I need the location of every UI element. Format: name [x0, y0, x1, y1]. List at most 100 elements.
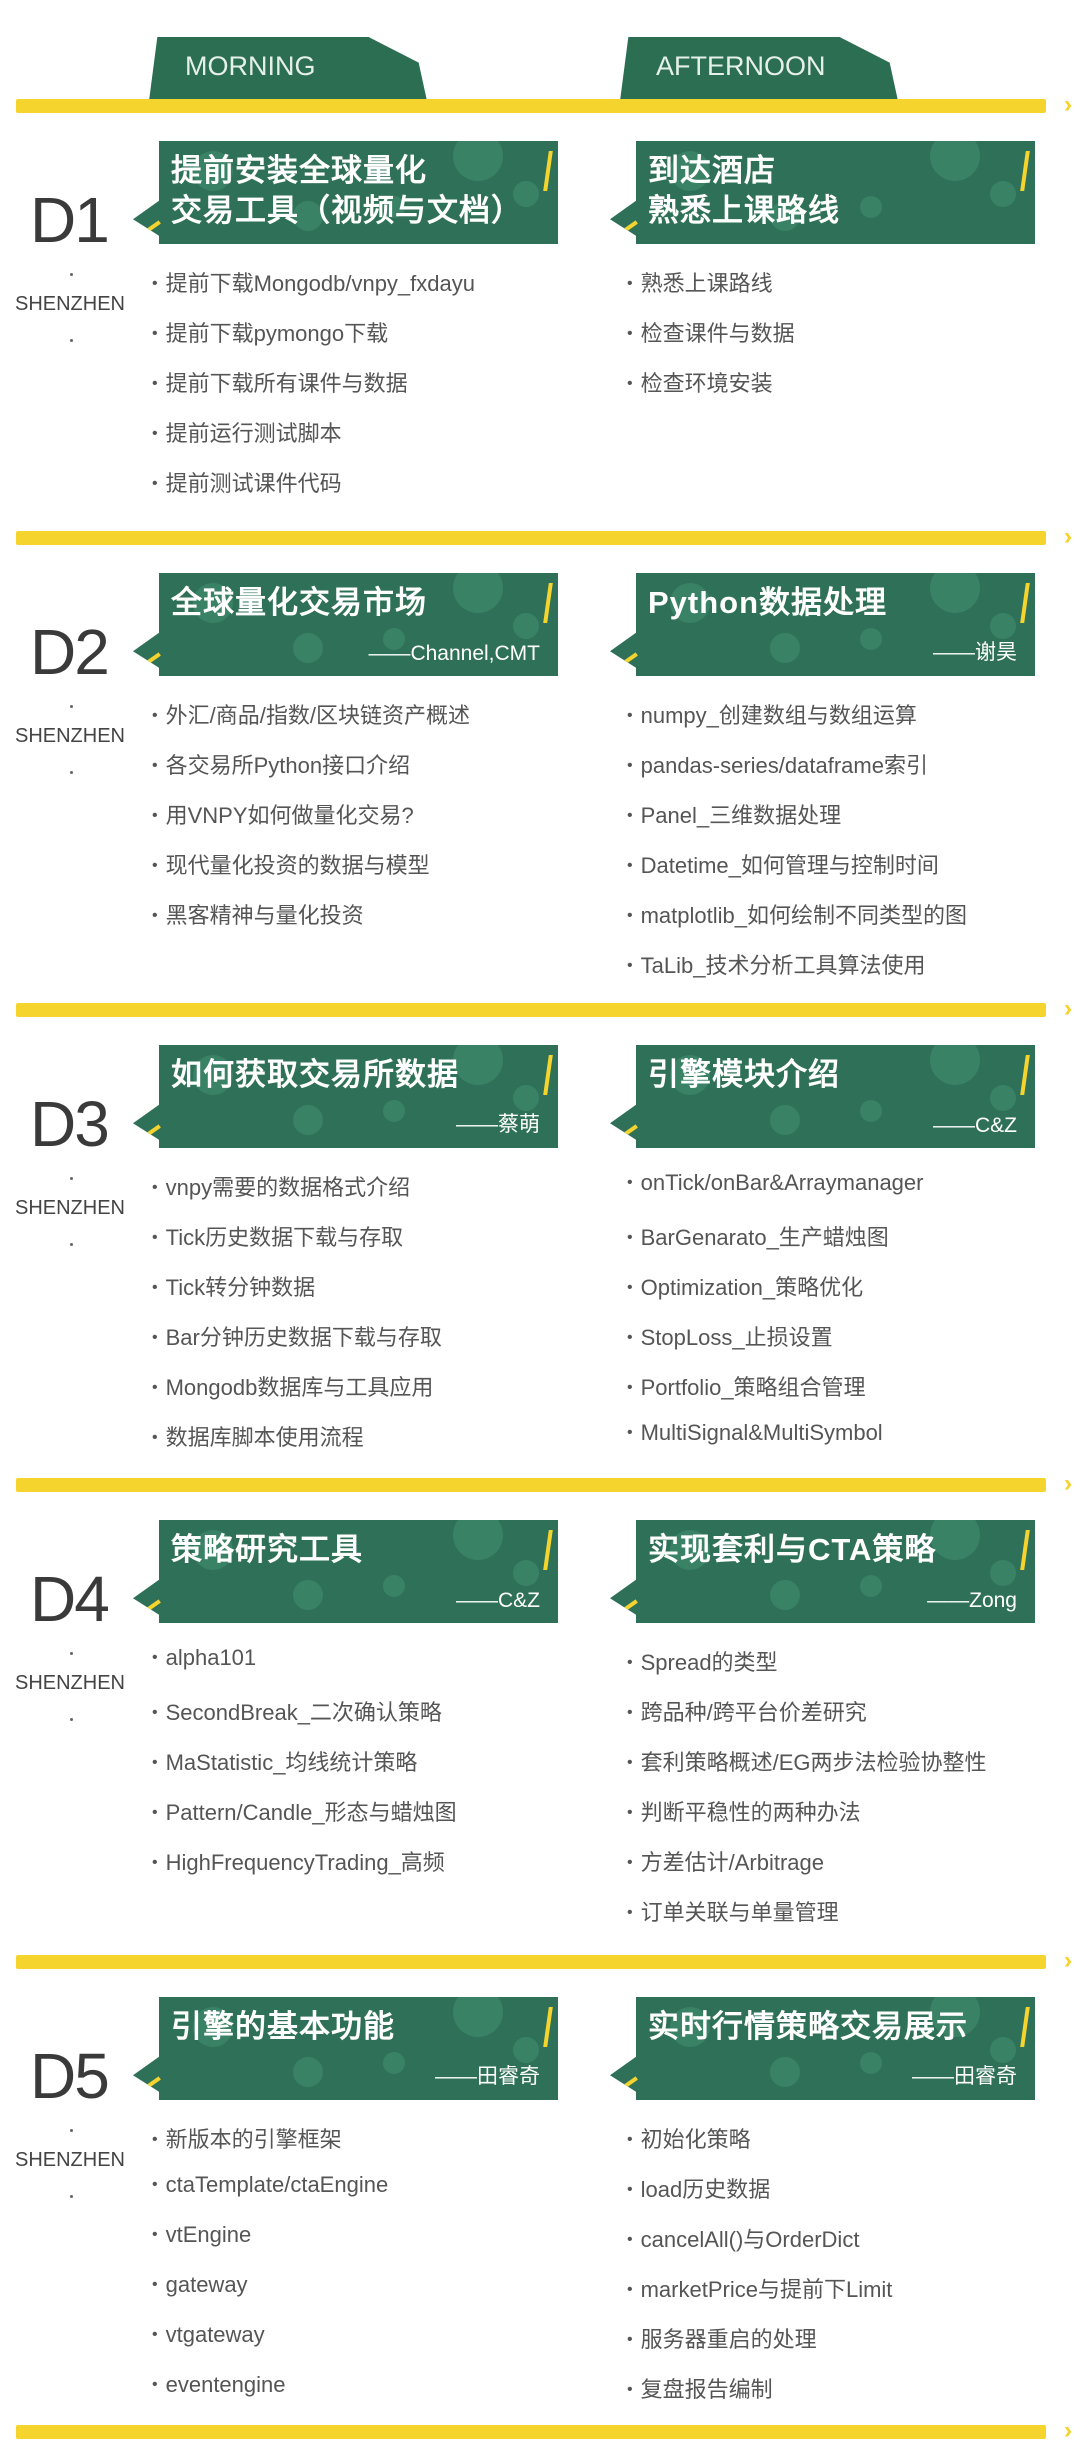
decoration: [770, 633, 800, 663]
session-card-afternoon: 到达酒店 熟悉上课路线: [610, 141, 1035, 244]
topic-item: Spread的类型: [627, 1645, 778, 1677]
timeline-divider: ››: [16, 525, 1072, 549]
topic-item: vtgateway: [152, 2322, 265, 2348]
city-label: SHENZHEN: [14, 2149, 125, 2171]
session-card-afternoon: 引擎模块介绍 ——C&Z: [610, 1045, 1035, 1148]
session-card-morning: 策略研究工具 ——C&Z: [133, 1520, 558, 1623]
timeline-divider: ››: [16, 1472, 1072, 1496]
topic-item: Tick历史数据下载与存取: [152, 1220, 404, 1252]
decoration: [990, 181, 1016, 207]
accent-mark: [624, 2076, 638, 2088]
timeline-divider: ››: [16, 2419, 1072, 2443]
session-title: 到达酒店 熟悉上课路线: [648, 153, 840, 228]
session-title: Python数据处理: [648, 585, 888, 620]
decoration: [770, 1105, 800, 1135]
decoration: [383, 2052, 405, 2074]
decoration: [860, 1100, 882, 1122]
topic-item: Portfolio_策略组合管理: [627, 1370, 866, 1402]
topic-item: Optimization_策略优化: [627, 1270, 864, 1302]
session-title: 全球量化交易市场: [171, 585, 427, 620]
decoration: [453, 1997, 503, 2037]
decoration: [860, 628, 882, 650]
topic-item: 检查环境安装: [627, 366, 773, 398]
topic-item: 数据库脚本使用流程: [152, 1420, 364, 1452]
decoration: [293, 2057, 323, 2087]
accent-mark: [147, 1124, 161, 1136]
dot-divider: [70, 339, 73, 342]
morning-tab: MORNING: [149, 37, 427, 101]
topic-item: 提前下载pymongo下载: [152, 316, 389, 348]
topic-item: BarGenarato_生产蜡烛图: [627, 1220, 889, 1252]
topic-item: MultiSignal&MultiSymbol: [627, 1420, 883, 1446]
topic-item: 判断平稳性的两种办法: [627, 1795, 861, 1827]
decoration: [930, 141, 980, 181]
session-title: 引擎模块介绍: [648, 1057, 840, 1092]
topic-item: 外汇/商品/指数/区块链资产概述: [152, 698, 470, 730]
day-label: D2: [30, 616, 110, 688]
speaker-name: ——田睿奇: [912, 2065, 1017, 2088]
accent-mark: [543, 2007, 553, 2047]
topic-item: TaLib_技术分析工具算法使用: [627, 948, 926, 980]
accent-mark: [543, 583, 553, 623]
topic-item: gateway: [152, 2272, 248, 2298]
topic-item: 订单关联与单量管理: [627, 1895, 839, 1927]
topic-item: 提前运行测试脚本: [152, 416, 342, 448]
topic-item: onTick/onBar&Arraymanager: [627, 1170, 924, 1196]
decoration: [453, 1520, 503, 1560]
timeline-divider: ››: [16, 997, 1072, 1021]
decoration: [930, 1045, 980, 1085]
dot-divider: [70, 1243, 73, 1246]
decoration: [383, 1575, 405, 1597]
dot-divider: [70, 771, 73, 774]
session-card-afternoon: 实时行情策略交易展示 ——田睿奇: [610, 1997, 1035, 2100]
topic-item: numpy_创建数组与数组运算: [627, 698, 917, 730]
dot-divider: [70, 273, 73, 276]
decoration: [860, 2052, 882, 2074]
accent-mark: [1020, 2007, 1030, 2047]
afternoon-label: AFTERNOON: [656, 51, 826, 81]
day-label: D5: [30, 2040, 110, 2112]
decoration: [930, 573, 980, 613]
topic-item: marketPrice与提前下Limit: [627, 2272, 893, 2304]
topic-item: 套利策略概述/EG两步法检验协整性: [627, 1745, 987, 1777]
session-title: 引擎的基本功能: [171, 2009, 395, 2044]
topic-item: 检查课件与数据: [627, 316, 795, 348]
topic-item: ctaTemplate/ctaEngine: [152, 2172, 389, 2198]
city-label: SHENZHEN: [14, 725, 125, 747]
topic-item: 服务器重启的处理: [627, 2322, 817, 2354]
decoration: [293, 1580, 323, 1610]
accent-mark: [543, 1055, 553, 1095]
speaker-name: ——Channel,CMT: [368, 642, 540, 665]
topic-item: 提前下载所有课件与数据: [152, 366, 408, 398]
decoration: [860, 196, 882, 218]
topic-item: 初始化策略: [627, 2122, 751, 2154]
dot-divider: [70, 2129, 73, 2132]
session-title: 提前安装全球量化 交易工具（视频与文档）: [171, 153, 523, 228]
topic-item: Panel_三维数据处理: [627, 798, 842, 830]
day-label: D4: [30, 1563, 110, 1635]
topic-item: Pattern/Candle_形态与蜡烛图: [152, 1795, 457, 1827]
decoration: [770, 1580, 800, 1610]
topic-item: SecondBreak_二次确认策略: [152, 1695, 442, 1727]
topic-item: 用VNPY如何做量化交易?: [152, 798, 414, 830]
topic-item: 熟悉上课路线: [627, 266, 773, 298]
morning-label: MORNING: [185, 51, 316, 81]
speaker-name: ——Zong: [927, 1589, 1017, 1612]
topic-item: 黑客精神与量化投资: [152, 898, 364, 930]
accent-mark: [624, 1124, 638, 1136]
accent-mark: [1020, 1055, 1030, 1095]
topic-item: 复盘报告编制: [627, 2372, 773, 2404]
decoration: [513, 613, 539, 639]
decoration: [930, 1520, 980, 1560]
speaker-name: ——C&Z: [933, 1114, 1017, 1137]
city-label: SHENZHEN: [14, 293, 125, 315]
topic-item: 方差估计/Arbitrage: [627, 1845, 824, 1877]
session-title: 实时行情策略交易展示: [648, 2009, 968, 2044]
accent-mark: [543, 151, 553, 191]
dot-divider: [70, 2195, 73, 2198]
accent-mark: [1020, 583, 1030, 623]
accent-mark: [1020, 151, 1030, 191]
day-label: D1: [30, 184, 110, 256]
dot-divider: [70, 1177, 73, 1180]
topic-item: pandas-series/dataframe索引: [627, 748, 928, 780]
